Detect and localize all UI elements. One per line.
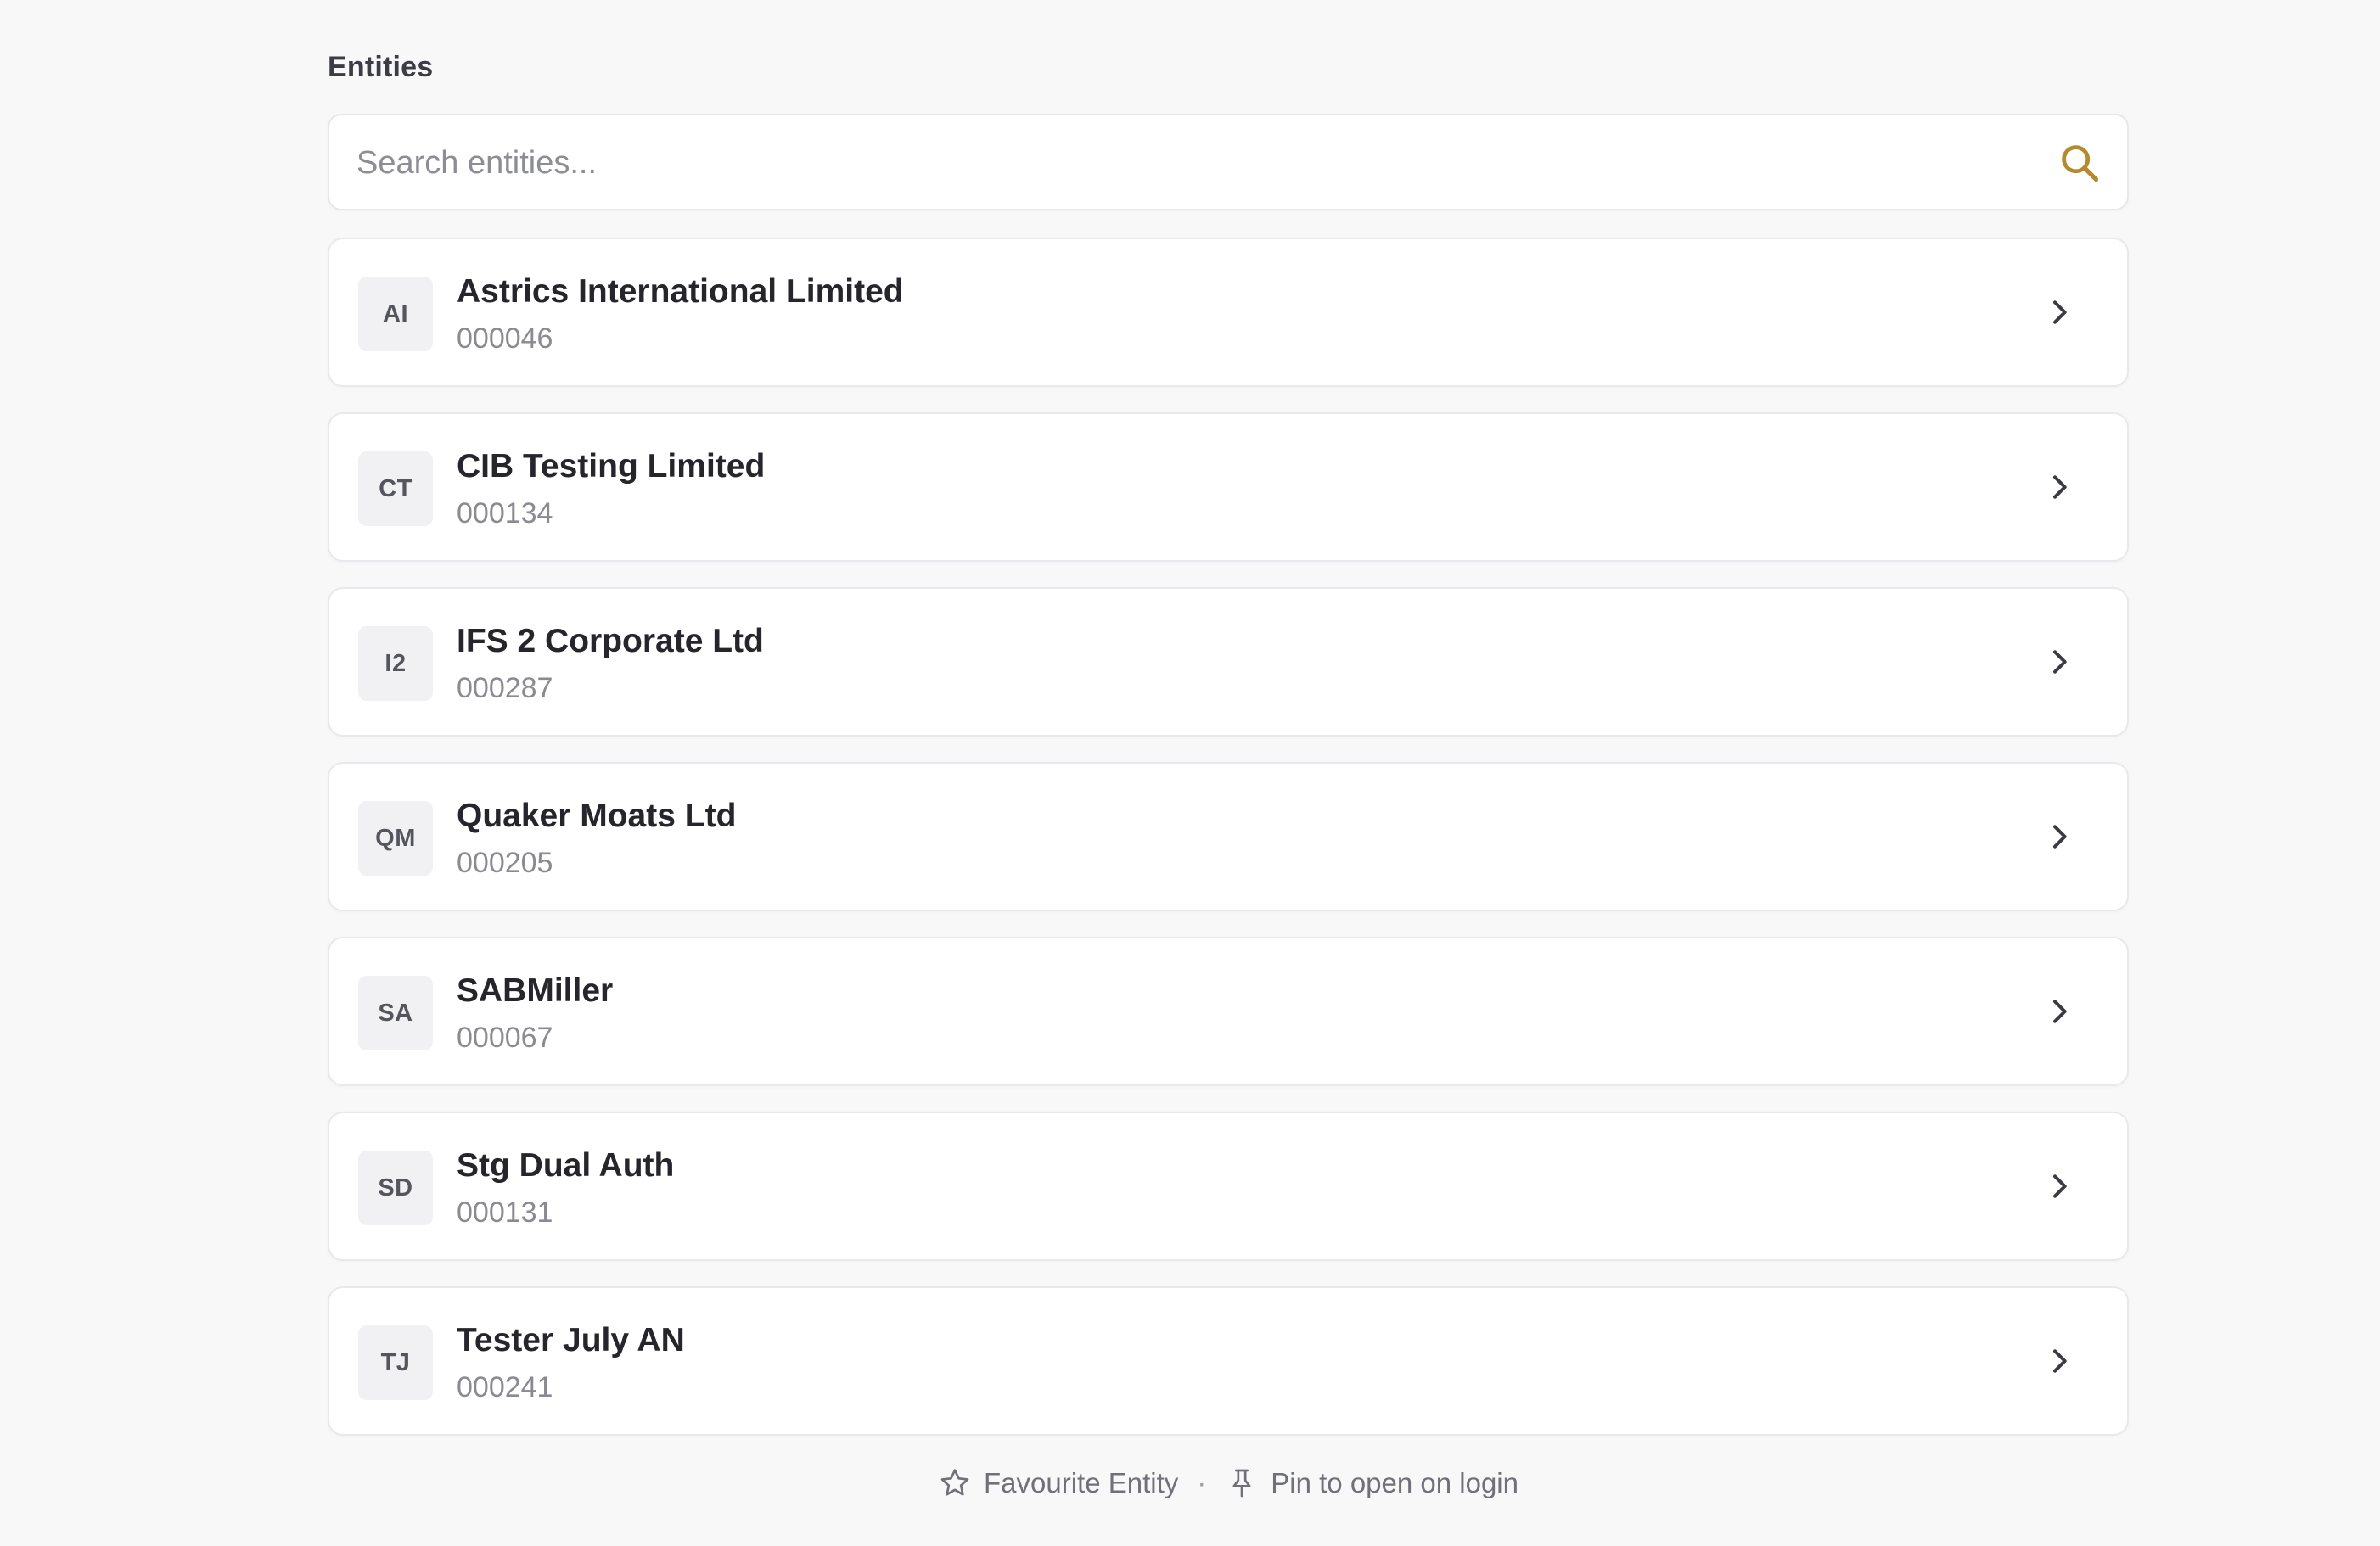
entity-avatar: QM: [358, 801, 433, 876]
legend-separator: ·: [1197, 1467, 1207, 1498]
entity-row[interactable]: CT CIB Testing Limited 000134: [328, 412, 2129, 562]
entity-name: CIB Testing Limited: [457, 448, 766, 485]
entity-row[interactable]: TJ Tester July AN 000241: [328, 1286, 2129, 1436]
entity-code: 000067: [457, 1022, 553, 1054]
entity-code: 000131: [457, 1196, 553, 1229]
chevron-right-icon[interactable]: [2042, 470, 2076, 504]
entity-avatar: I2: [358, 626, 433, 701]
entity-row[interactable]: SA SABMiller 000067: [328, 937, 2129, 1086]
entity-avatar: SA: [358, 976, 433, 1050]
chevron-right-icon[interactable]: [2042, 994, 2076, 1028]
entity-list: AI Astrics International Limited 000046 …: [328, 238, 2129, 1461]
chevron-right-icon[interactable]: [2042, 295, 2076, 329]
entity-row[interactable]: AI Astrics International Limited 000046: [328, 238, 2129, 387]
entity-avatar: TJ: [358, 1325, 433, 1400]
legend-footer: Favourite Entity · Pin to open on login: [328, 1458, 2129, 1509]
entity-code: 000046: [457, 322, 553, 355]
favourite-legend: Favourite Entity: [938, 1466, 1178, 1500]
entity-name: Astrics International Limited: [457, 273, 904, 310]
chevron-right-icon[interactable]: [2042, 1344, 2076, 1378]
entity-row[interactable]: QM Quaker Moats Ltd 000205: [328, 762, 2129, 911]
search-icon[interactable]: [2057, 141, 2102, 185]
entity-avatar: SD: [358, 1151, 433, 1225]
favourite-legend-label: Favourite Entity: [984, 1467, 1179, 1498]
entities-page: Entities AI Astrics International Limite…: [0, 0, 2380, 1546]
entity-name: SABMiller: [457, 972, 614, 1009]
entity-avatar: CT: [358, 451, 433, 526]
chevron-right-icon[interactable]: [2042, 820, 2076, 854]
search-input[interactable]: [355, 115, 2022, 210]
chevron-right-icon[interactable]: [2042, 645, 2076, 679]
star-icon: [940, 1469, 969, 1496]
pin-legend: Pin to open on login: [1225, 1466, 1518, 1500]
section-title: Entities: [328, 51, 434, 83]
entity-name: Tester July AN: [457, 1322, 685, 1358]
entity-code: 000241: [457, 1371, 553, 1403]
chevron-right-icon[interactable]: [2042, 1169, 2076, 1203]
entity-name: Stg Dual Auth: [457, 1147, 675, 1184]
entity-name: IFS 2 Corporate Ltd: [457, 623, 764, 659]
entity-code: 000134: [457, 497, 553, 529]
entity-code: 000205: [457, 847, 553, 879]
entity-code: 000287: [457, 672, 553, 704]
entity-row[interactable]: SD Stg Dual Auth 000131: [328, 1112, 2129, 1261]
entity-name: Quaker Moats Ltd: [457, 798, 737, 834]
entity-row[interactable]: I2 IFS 2 Corporate Ltd 000287: [328, 587, 2129, 737]
search-box: [328, 114, 2129, 210]
pin-legend-label: Pin to open on login: [1271, 1467, 1518, 1498]
entity-avatar: AI: [358, 277, 433, 351]
pin-icon: [1232, 1469, 1251, 1498]
